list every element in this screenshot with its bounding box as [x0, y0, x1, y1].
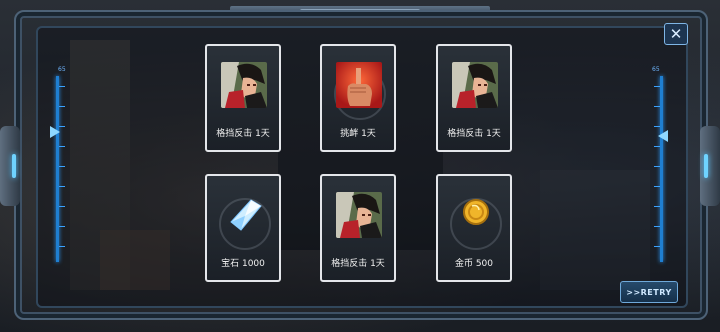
- scale-tick: [654, 186, 660, 187]
- right-side-knob: [700, 126, 720, 206]
- reward-label: 格挡反击 1天: [447, 129, 501, 139]
- scale-tick: [59, 106, 65, 107]
- gold-coin-icon: [452, 192, 498, 238]
- reward-label: 格挡反击 1天: [216, 129, 270, 139]
- right-scale-label: 65: [652, 66, 660, 73]
- left-knob-light: [12, 154, 16, 178]
- reward-label: 格挡反击 1天: [331, 259, 385, 269]
- close-button[interactable]: ✕: [664, 23, 688, 45]
- reward-card[interactable]: 格挡反击 1天: [320, 174, 396, 282]
- fighter-portrait-icon: [336, 192, 382, 238]
- left-scale-bar: [56, 76, 59, 262]
- right-scale-bar: [660, 76, 663, 262]
- right-scale-gauge: 65: [652, 66, 672, 262]
- scale-tick: [59, 206, 65, 207]
- scale-tick: [654, 166, 660, 167]
- scale-tick: [59, 86, 65, 87]
- retry-label: >>RETRY: [626, 287, 672, 297]
- scale-tick: [59, 186, 65, 187]
- scale-tick: [59, 166, 65, 167]
- reward-label: 宝石 1000: [221, 259, 265, 269]
- scale-tick: [654, 226, 660, 227]
- reward-label: 挑衅 1天: [340, 129, 376, 139]
- reward-label: 金币 500: [454, 259, 494, 269]
- scale-tick: [654, 246, 660, 247]
- scale-tick: [59, 146, 65, 147]
- left-scale-label: 65: [58, 66, 66, 73]
- gem-icon: [221, 192, 267, 238]
- scale-tick: [654, 126, 660, 127]
- taunt-finger-icon: [336, 62, 382, 108]
- fighter-portrait-icon: [221, 62, 267, 108]
- scale-tick: [654, 146, 660, 147]
- reward-card[interactable]: 宝石 1000: [205, 174, 281, 282]
- retry-button[interactable]: >>RETRY: [620, 281, 678, 303]
- right-knob-light: [704, 154, 708, 178]
- left-scale-marker-icon: [50, 126, 60, 138]
- reward-card[interactable]: 挑衅 1天: [320, 44, 396, 152]
- right-scale-marker-icon: [658, 130, 668, 142]
- close-icon: ✕: [669, 24, 683, 43]
- scale-tick: [654, 106, 660, 107]
- scale-tick: [59, 226, 65, 227]
- scale-tick: [654, 86, 660, 87]
- left-scale-gauge: 65: [48, 66, 68, 262]
- scale-tick: [59, 246, 65, 247]
- scale-tick: [654, 206, 660, 207]
- reward-card[interactable]: 格挡反击 1天: [205, 44, 281, 152]
- fighter-portrait-icon: [452, 62, 498, 108]
- left-side-knob: [0, 126, 20, 206]
- reward-card[interactable]: 格挡反击 1天: [436, 44, 512, 152]
- reward-card[interactable]: 金币 500: [436, 174, 512, 282]
